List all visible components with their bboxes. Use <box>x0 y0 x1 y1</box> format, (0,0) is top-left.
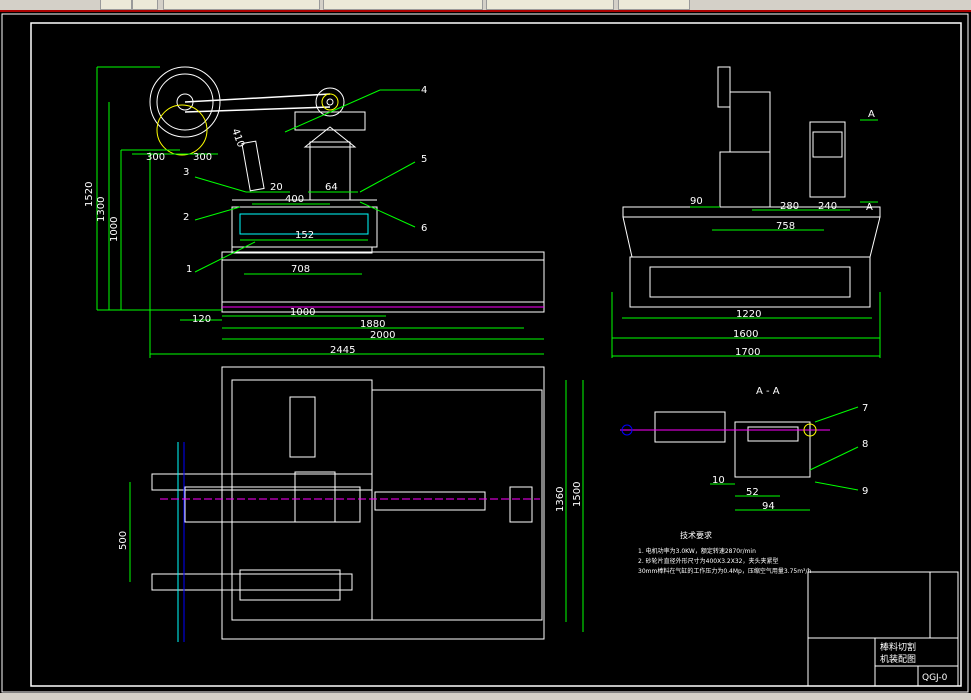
section-dim-10: 10 <box>712 475 725 486</box>
front-dim-708: 708 <box>291 264 310 275</box>
side-dim-280: 280 <box>780 201 799 212</box>
front-dim-1520: 1520 <box>84 182 95 207</box>
title-name-line2: 机装配图 <box>880 653 916 665</box>
side-dim-240: 240 <box>818 201 837 212</box>
plan-dim-1500: 1500 <box>572 482 583 507</box>
callout-9: 9 <box>862 486 868 497</box>
toolbar-button[interactable] <box>132 0 158 10</box>
title-name-line1: 棒料切割 <box>880 641 916 653</box>
callout-5: 5 <box>421 154 427 165</box>
front-dim-20: 20 <box>270 182 283 193</box>
notes-line-2: 2. 砂轮片直径外形尺寸为400X3.2X32，夹头夹紧型 <box>638 557 778 565</box>
toolbar-button[interactable] <box>486 0 614 10</box>
front-dim-1000: 1000 <box>109 217 120 242</box>
toolbar-button[interactable] <box>100 0 132 10</box>
side-dim-758: 758 <box>776 221 795 232</box>
status-bar <box>0 693 971 700</box>
callout-1: 1 <box>186 264 192 275</box>
front-dim-1300: 1300 <box>96 197 107 222</box>
outer-frame <box>1 13 969 693</box>
front-dim-152: 152 <box>295 230 314 241</box>
plan-view: 500 1360 1500 <box>118 366 584 642</box>
notes-heading: 技术要求 <box>680 530 712 540</box>
section-view: A - A 10 52 94 7 8 9 <box>620 386 868 512</box>
side-dim-1600: 1600 <box>733 329 758 340</box>
front-dim-1000b: 1000 <box>290 307 315 318</box>
notes-line-1: 1. 电机功率为3.0KW，额定转速2870r/min <box>638 547 756 555</box>
title-block: 棒料切割 机装配图 QGJ-0 <box>807 571 959 687</box>
toolbar-button[interactable] <box>618 0 690 10</box>
front-dim-64: 64 <box>325 182 338 193</box>
technical-notes: 技术要求 1. 电机功率为3.0KW，额定转速2870r/min 2. 砂轮片直… <box>638 530 811 575</box>
callout-6: 6 <box>421 223 427 234</box>
front-dim-300a: 300 <box>146 152 165 163</box>
side-dim-90: 90 <box>690 196 703 207</box>
drawing-number: QGJ-0 <box>922 673 948 683</box>
drawing-canvas[interactable]: 1520 1300 1000 300 300 20 64 400 152 708… <box>0 10 971 695</box>
section-dim-94: 94 <box>762 501 775 512</box>
notes-line-3: 30mm棒料在气缸的工作压力为0.4Mp，压缩空气用量3.75m³/h <box>638 567 811 575</box>
front-dim-120: 120 <box>192 314 211 325</box>
section-mark-a-top: A <box>868 109 875 120</box>
front-dim-2445: 2445 <box>330 345 355 356</box>
callout-4: 4 <box>421 85 427 96</box>
section-title: A - A <box>756 386 780 397</box>
callout-2: 2 <box>183 212 189 223</box>
toolbar-button[interactable] <box>323 0 483 10</box>
front-dim-400: 400 <box>285 194 304 205</box>
side-view: 90 280 240 758 1220 1600 1700 A A <box>611 66 881 358</box>
front-dim-410: 410 <box>229 127 246 149</box>
side-dim-1220: 1220 <box>736 309 761 320</box>
front-dim-1880: 1880 <box>360 319 385 330</box>
toolbar-button[interactable] <box>163 0 320 10</box>
front-view: 1520 1300 1000 300 300 20 64 400 152 708… <box>84 66 545 358</box>
front-dim-300b: 300 <box>193 152 212 163</box>
section-dim-52: 52 <box>746 487 759 498</box>
side-dim-1700: 1700 <box>735 347 760 358</box>
section-mark-a-bottom: A <box>866 202 873 213</box>
plan-dim-1360: 1360 <box>555 487 566 512</box>
front-dim-2000: 2000 <box>370 330 395 341</box>
plan-dim-500: 500 <box>118 531 129 550</box>
callout-3: 3 <box>183 167 189 178</box>
callout-7: 7 <box>862 403 868 414</box>
callout-8: 8 <box>862 439 868 450</box>
